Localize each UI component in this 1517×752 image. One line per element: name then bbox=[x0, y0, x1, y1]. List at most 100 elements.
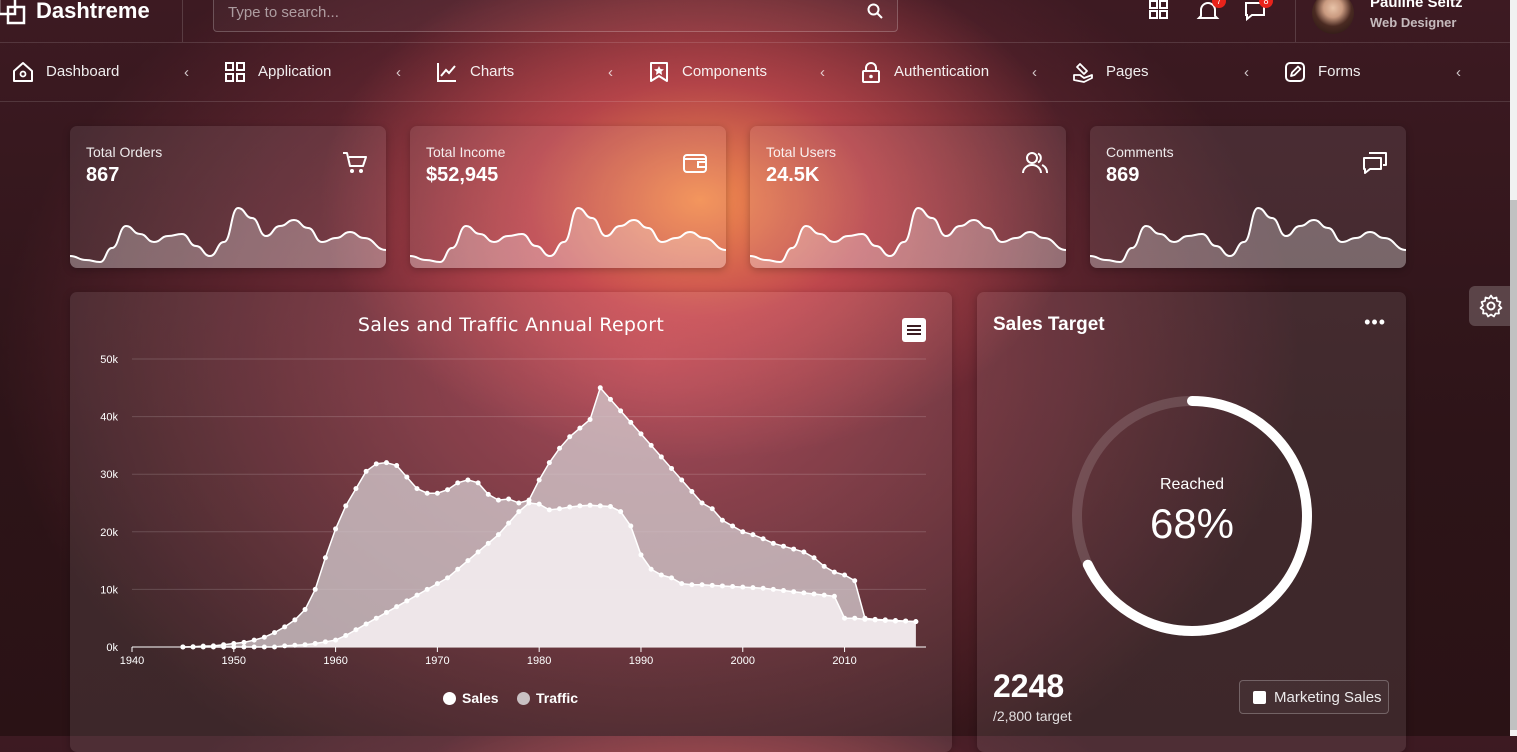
sales-target-card: Sales Target ••• Reached 68% 2248 /2,800… bbox=[977, 292, 1406, 752]
data-point bbox=[699, 582, 705, 588]
messages-button[interactable]: 8 bbox=[1243, 0, 1273, 24]
nav-label: Pages bbox=[1106, 63, 1149, 80]
x-tick-label: 2010 bbox=[832, 655, 856, 667]
data-point bbox=[750, 532, 756, 538]
lock-icon bbox=[862, 61, 880, 83]
users-icon bbox=[1022, 152, 1048, 174]
data-point bbox=[831, 569, 837, 575]
data-point bbox=[546, 460, 552, 466]
nav-authentication[interactable]: Authentication bbox=[860, 42, 989, 101]
data-point bbox=[587, 416, 593, 422]
nav-label: Charts bbox=[470, 63, 515, 80]
nav-forms[interactable]: Forms bbox=[1284, 42, 1361, 101]
edit-icon bbox=[1285, 61, 1305, 82]
x-tick-label: 1990 bbox=[629, 655, 653, 667]
data-point bbox=[648, 442, 654, 448]
legend-label: Traffic bbox=[536, 690, 579, 706]
chevron-left-icon[interactable]: ‹ bbox=[396, 64, 401, 81]
data-point bbox=[821, 592, 827, 598]
data-point bbox=[424, 586, 430, 592]
nav-components[interactable]: Components bbox=[648, 42, 767, 101]
stat-value: 24.5K bbox=[766, 164, 820, 186]
data-point bbox=[506, 496, 512, 502]
apps-grid-icon[interactable] bbox=[1147, 0, 1171, 24]
data-point bbox=[719, 517, 725, 523]
legend-sales[interactable]: Sales bbox=[443, 690, 499, 706]
data-point bbox=[373, 461, 379, 467]
nav-label: Authentication bbox=[894, 63, 990, 80]
data-point bbox=[363, 621, 369, 627]
data-point bbox=[546, 507, 552, 513]
data-point bbox=[618, 408, 624, 414]
data-point bbox=[730, 584, 736, 590]
search-input[interactable] bbox=[226, 3, 850, 22]
data-point bbox=[241, 644, 247, 650]
data-point bbox=[404, 474, 410, 480]
chevron-left-icon[interactable]: ‹ bbox=[1244, 64, 1249, 81]
data-point bbox=[251, 644, 257, 650]
nav-application[interactable]: Application bbox=[224, 42, 331, 101]
data-point bbox=[485, 491, 491, 497]
nav-charts[interactable]: Charts bbox=[436, 42, 514, 101]
app-title: Dashtreme bbox=[36, 0, 150, 23]
data-point bbox=[811, 555, 817, 561]
data-point bbox=[343, 503, 349, 509]
nav-label: Dashboard bbox=[46, 63, 120, 80]
chevron-left-icon[interactable]: ‹ bbox=[184, 64, 189, 81]
data-point bbox=[811, 591, 817, 597]
data-point bbox=[394, 604, 400, 610]
sparkline-chart bbox=[1090, 206, 1406, 268]
stat-value: 869 bbox=[1106, 164, 1140, 186]
data-point bbox=[536, 477, 542, 483]
data-point bbox=[852, 578, 858, 584]
data-point bbox=[373, 615, 379, 621]
data-point bbox=[241, 639, 247, 645]
chevron-left-icon[interactable]: ‹ bbox=[820, 64, 825, 81]
search-box bbox=[213, 0, 898, 32]
data-point bbox=[312, 586, 318, 592]
search-icon[interactable] bbox=[867, 3, 883, 19]
data-point bbox=[557, 506, 563, 512]
sparkline-chart bbox=[70, 206, 386, 268]
data-point bbox=[780, 588, 786, 594]
message-badge: 8 bbox=[1259, 0, 1273, 8]
data-point bbox=[383, 460, 389, 466]
nav-dashboard[interactable]: Dashboard bbox=[12, 42, 119, 101]
logo[interactable]: Dashtreme bbox=[0, 0, 150, 42]
chevron-left-icon[interactable]: ‹ bbox=[608, 64, 613, 81]
bookmark-icon bbox=[650, 61, 668, 82]
chevron-left-icon[interactable]: ‹ bbox=[1456, 64, 1461, 81]
x-tick-label: 1940 bbox=[120, 655, 144, 667]
data-point bbox=[770, 586, 776, 592]
scrollbar-thumb[interactable] bbox=[1510, 200, 1517, 730]
top-bar: Dashtreme 7 8 Pauline Seitz Web Designer bbox=[0, 0, 1510, 43]
notification-bell[interactable]: 7 bbox=[1196, 0, 1226, 24]
chevron-left-icon[interactable]: ‹ bbox=[1032, 64, 1037, 81]
data-point bbox=[231, 644, 237, 650]
gear-icon bbox=[1479, 294, 1503, 318]
y-tick-label: 10k bbox=[100, 584, 118, 596]
x-tick-label: 2000 bbox=[731, 655, 755, 667]
data-point bbox=[475, 480, 481, 486]
data-point bbox=[404, 598, 410, 604]
data-point bbox=[353, 486, 359, 492]
data-point bbox=[679, 581, 685, 587]
data-point bbox=[363, 468, 369, 474]
data-point bbox=[475, 549, 481, 555]
marketing-sales-button[interactable]: Marketing Sales bbox=[1239, 680, 1389, 714]
x-tick-label: 1970 bbox=[425, 655, 449, 667]
square-icon bbox=[1253, 690, 1266, 704]
data-point bbox=[719, 583, 725, 589]
logo-icon bbox=[0, 0, 26, 25]
data-point bbox=[434, 490, 440, 496]
data-point bbox=[414, 592, 420, 598]
data-point bbox=[322, 639, 328, 645]
data-point bbox=[465, 558, 471, 564]
legend-traffic[interactable]: Traffic bbox=[517, 690, 578, 706]
data-point bbox=[801, 549, 807, 555]
nav-pages[interactable]: Pages bbox=[1072, 42, 1149, 101]
data-point bbox=[282, 643, 288, 649]
avatar[interactable] bbox=[1312, 0, 1354, 34]
gauge-value: 68% bbox=[1149, 500, 1235, 547]
x-tick-label: 1950 bbox=[222, 655, 246, 667]
